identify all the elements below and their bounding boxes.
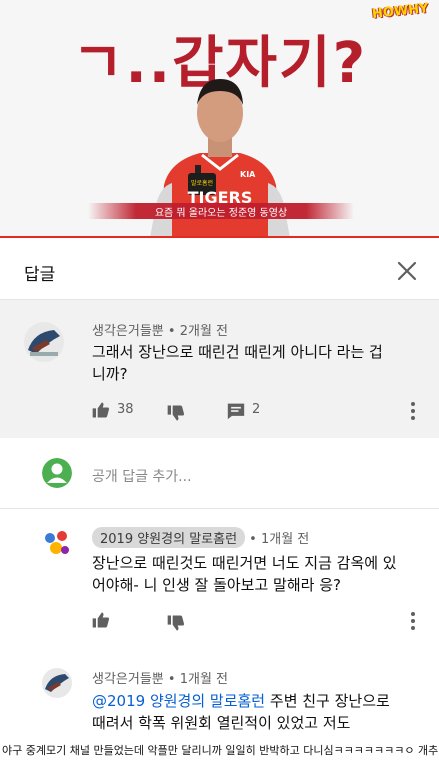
more-icon[interactable] (411, 612, 415, 630)
like-count: 38 (117, 402, 134, 417)
parent-time: 2개월 전 (179, 324, 229, 339)
reply-2-meta: 생각은거들뿐 • 1개월 전 (92, 672, 229, 687)
video-player[interactable]: HOWHY ㄱ..갑자기? 말로홈런 KIA TIGERS 요즘 뭐 올라오는 … (0, 0, 439, 238)
replies-header: 답글 (0, 238, 439, 300)
dislike-icon[interactable] (166, 403, 186, 423)
svg-text:KIA: KIA (240, 170, 256, 179)
more-icon[interactable] (411, 402, 415, 420)
badge-text: 말로홈런 (191, 179, 213, 187)
parent-comment-meta: 생각은거들뿐 • 2개월 전 (92, 324, 229, 339)
like-icon[interactable] (91, 400, 111, 420)
user-avatar-icon[interactable] (24, 322, 64, 362)
user-avatar-icon[interactable] (42, 668, 72, 698)
parent-author[interactable]: 생각은거들뿐 (92, 324, 164, 339)
reply-input[interactable]: 공개 답글 추가... (92, 466, 192, 486)
reply-2-author[interactable]: 생각은거들뿐 (92, 672, 164, 687)
reply-1-author[interactable]: 2019 양원경의 말로홈런 (92, 527, 246, 548)
close-icon[interactable] (396, 260, 418, 282)
like-icon[interactable] (91, 610, 111, 630)
user-avatar-icon[interactable] (42, 528, 72, 558)
dislike-icon[interactable] (166, 613, 186, 633)
reply-1-text: 장난으로 때린것도 때린거면 너도 지금 감옥에 있어야해- 니 인생 잘 돌아… (92, 554, 397, 594)
user-avatar-icon (42, 458, 72, 488)
reply-count: 2 (252, 402, 261, 417)
divider (0, 508, 439, 509)
image-caption: 야구 중계모기 채널 만들었는데 악플만 달리니까 일일히 반박하고 다니심ㅋㅋ… (0, 741, 439, 760)
reply-icon[interactable] (226, 402, 246, 420)
reply-2-time: 1개월 전 (179, 672, 229, 687)
reply-2-mention[interactable]: @2019 양원경의 말로홈런 (92, 692, 265, 710)
reply-1-meta: 2019 양원경의 말로홈런 • 1개월 전 (92, 527, 309, 548)
replies-title: 답글 (24, 265, 56, 285)
reply-1-time: 1개월 전 (260, 532, 310, 547)
fade-overlay (0, 726, 439, 741)
parent-comment-text: 그래서 장난으로 때린건 때린게 아니다 라는 겁니까? (92, 343, 383, 383)
reply-2-text-line1: 주변 친구 장난으로 (265, 692, 390, 710)
video-caption: 요즘 뭐 올라오는 정준영 동영상 (154, 208, 288, 219)
